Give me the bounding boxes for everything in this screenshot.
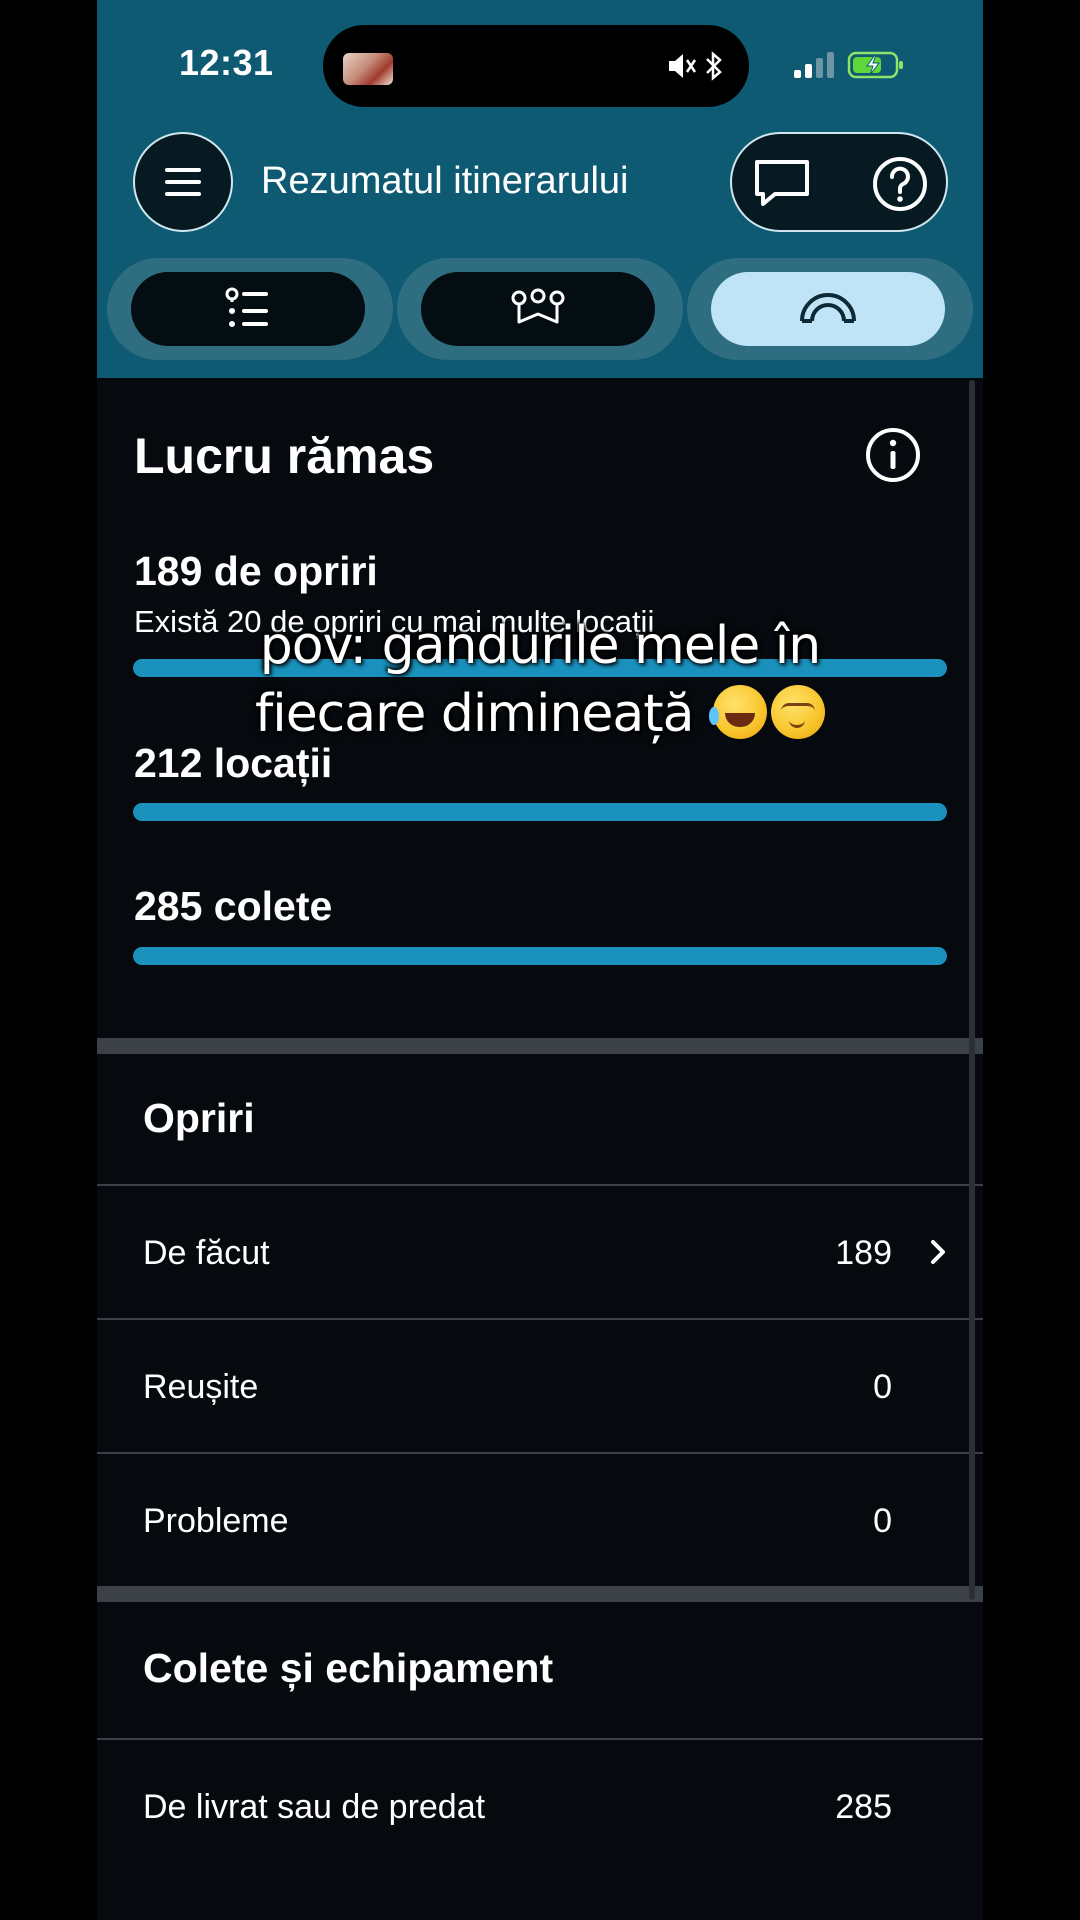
menu-button[interactable] <box>133 132 233 232</box>
row-label: Reușite <box>143 1368 259 1406</box>
packages-count: 285 colete <box>134 883 333 929</box>
locations-progress-bar <box>133 803 947 821</box>
stops-row-todo[interactable]: De făcut 189 <box>97 1186 983 1318</box>
relieved-emoji-icon <box>771 685 826 739</box>
row-label: De livrat sau de predat <box>143 1788 486 1826</box>
tab-summary[interactable] <box>711 272 945 346</box>
help-icon <box>873 157 927 211</box>
media-thumbnail <box>343 53 393 85</box>
info-icon[interactable] <box>865 427 921 483</box>
help-button[interactable] <box>862 146 938 222</box>
tab-route-map-container <box>397 258 683 360</box>
chat-button[interactable] <box>744 146 820 222</box>
menu-icon <box>165 168 201 196</box>
tab-stop-list[interactable] <box>131 272 365 346</box>
row-value: 0 <box>873 1368 892 1406</box>
packages-progress-bar <box>133 947 947 965</box>
app-header: 12:31 Rezumatul itinerarului <box>97 0 983 378</box>
packages-section-title: Colete și echipament <box>143 1645 554 1691</box>
packages-progress-fill <box>133 947 947 965</box>
caption-line-2-wrap: fiecare dimineață <box>97 680 983 748</box>
bluetooth-icon <box>706 51 722 81</box>
page-title: Rezumatul itinerarului <box>261 160 629 202</box>
chevron-right-icon <box>931 1240 945 1264</box>
caption-line-2: fiecare dimineață <box>254 684 695 744</box>
stops-row-successful: Reușite 0 <box>97 1320 983 1452</box>
battery-icon <box>847 51 903 79</box>
row-value: 285 <box>835 1788 892 1826</box>
summary-gauge-icon <box>800 293 856 323</box>
phone-screen: 12:31 Rezumatul itinerarului Lucru rămas… <box>97 0 983 1920</box>
row-label: De făcut <box>143 1234 270 1272</box>
tab-stop-list-container <box>107 258 393 360</box>
stops-section-title: Opriri <box>143 1095 255 1141</box>
row-value: 0 <box>873 1502 892 1540</box>
section-divider <box>97 1586 983 1602</box>
section-divider <box>97 1038 983 1054</box>
header-actions <box>730 132 948 232</box>
status-time: 12:31 <box>179 42 274 83</box>
chat-icon <box>755 160 809 206</box>
locations-progress-fill <box>133 803 947 821</box>
row-value: 189 <box>835 1234 892 1272</box>
caption-line-1: pov: gandurile mele în <box>259 616 821 676</box>
stop-list-icon <box>225 287 268 327</box>
laughing-emoji-icon <box>709 685 768 739</box>
packages-row-deliver: De livrat sau de predat 285 <box>97 1740 983 1872</box>
mute-icon <box>669 54 697 78</box>
tab-summary-container <box>687 258 973 360</box>
scrollbar[interactable] <box>969 380 975 1600</box>
stops-row-problems: Probleme 0 <box>97 1454 983 1586</box>
signal-icon <box>794 52 834 78</box>
stops-count: 189 de opriri <box>134 548 378 594</box>
overlay-caption: pov: gandurile mele în fiecare dimineață <box>97 612 983 748</box>
dynamic-island <box>323 25 749 107</box>
remaining-work-title: Lucru rămas <box>134 428 435 484</box>
tab-route-map[interactable] <box>421 272 655 346</box>
island-indicators <box>665 49 725 83</box>
route-map-icon <box>511 288 565 324</box>
row-label: Probleme <box>143 1502 289 1540</box>
